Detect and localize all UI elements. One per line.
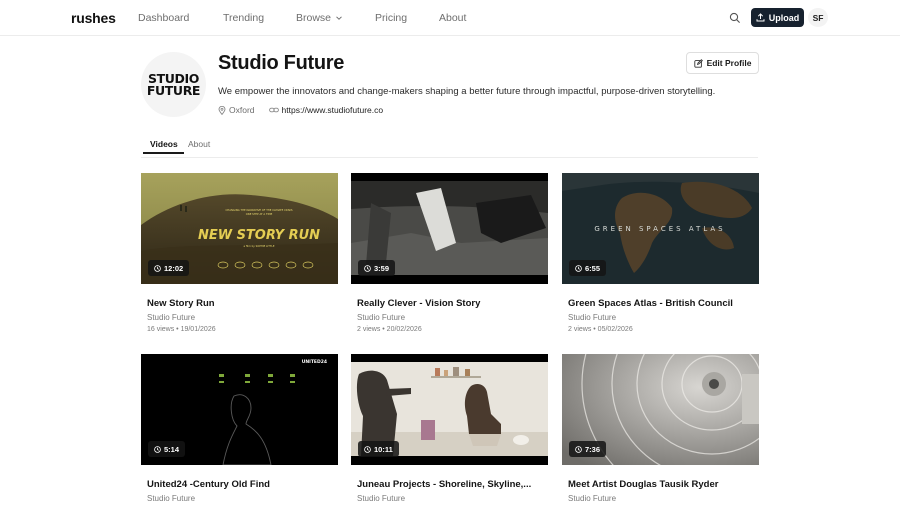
- top-navigation: rushes Dashboard Trending Browse Pricing…: [0, 0, 900, 36]
- video-title[interactable]: Meet Artist Douglas Tausik Ryder: [568, 479, 718, 490]
- video-thumbnail[interactable]: UNITED24 5:14: [141, 354, 338, 465]
- channel-location-text: Oxford: [229, 105, 255, 115]
- clock-icon: [364, 264, 371, 272]
- nav-link-browse[interactable]: Browse: [296, 12, 343, 24]
- video-stats: 2 views • 05/02/2026: [568, 326, 633, 333]
- video-thumbnail[interactable]: 10:11: [351, 354, 548, 465]
- video-channel[interactable]: Studio Future: [568, 494, 616, 503]
- thumbnail-tagline-2: ONE STEP AT A TIME: [246, 212, 273, 216]
- video-duration: 5:14: [164, 444, 180, 454]
- clock-icon: [154, 445, 161, 453]
- chevron-down-icon: [336, 16, 342, 20]
- tab-about[interactable]: About: [188, 139, 210, 149]
- video-duration-badge: 6:55: [569, 260, 607, 276]
- video-stats: 2 views • 20/02/2026: [357, 326, 422, 333]
- channel-location: Oxford: [218, 105, 255, 115]
- active-tab-indicator: [143, 152, 184, 154]
- video-channel[interactable]: Studio Future: [357, 494, 405, 503]
- channel-avatar-line-2: FUTURE: [146, 82, 201, 98]
- video-thumbnail[interactable]: 3:59: [351, 173, 548, 284]
- user-avatar[interactable]: SF: [808, 8, 828, 27]
- video-duration-badge: 10:11: [358, 441, 399, 457]
- video-thumbnail[interactable]: 7:36: [562, 354, 759, 465]
- video-stats: 16 views • 19/01/2026: [147, 326, 216, 333]
- video-channel[interactable]: Studio Future: [147, 313, 195, 322]
- channel-meta: Oxford https://www.studiofuture.co: [218, 105, 383, 115]
- video-duration: 3:59: [374, 263, 390, 273]
- video-title[interactable]: United24 -Century Old Find: [147, 479, 270, 490]
- video-duration-badge: 3:59: [358, 260, 396, 276]
- thumbnail-title-text: NEW STORY RUN: [198, 228, 320, 243]
- channel-website-link[interactable]: https://www.studiofuture.co: [268, 105, 384, 115]
- upload-button[interactable]: Upload: [751, 8, 804, 27]
- video-duration-badge: 12:02: [148, 260, 190, 276]
- video-duration-badge: 7:36: [569, 441, 607, 457]
- nav-link-about[interactable]: About: [439, 12, 466, 24]
- upload-button-label: Upload: [768, 12, 800, 23]
- channel-avatar: STUDIO FUTURE: [141, 52, 206, 117]
- profile-tabs: Videos About: [141, 134, 758, 158]
- channel-bio: We empower the innovators and change-mak…: [218, 86, 716, 97]
- edit-icon: [693, 58, 703, 68]
- channel-name: Studio Future: [218, 52, 345, 74]
- search-icon[interactable]: [729, 12, 741, 24]
- nav-link-browse-label: Browse: [296, 12, 332, 24]
- video-channel[interactable]: Studio Future: [568, 313, 616, 322]
- upload-icon: [756, 13, 765, 22]
- video-duration-badge: 5:14: [148, 441, 186, 457]
- thumbnail-credit: a film by SOPHIE LITTLE: [244, 244, 275, 248]
- video-duration: 7:36: [585, 444, 601, 454]
- clock-icon: [154, 264, 161, 272]
- video-channel[interactable]: Studio Future: [357, 313, 405, 322]
- clock-icon: [364, 445, 371, 453]
- video-duration: 10:11: [374, 444, 393, 454]
- clock-icon: [575, 264, 582, 272]
- video-duration: 6:55: [585, 263, 601, 273]
- video-title[interactable]: Green Spaces Atlas - British Council: [568, 298, 733, 309]
- nav-link-trending[interactable]: Trending: [223, 12, 264, 24]
- thumbnail-title-text: GREEN SPACES ATLAS: [594, 225, 725, 233]
- tab-videos[interactable]: Videos: [150, 139, 178, 149]
- clock-icon: [575, 445, 582, 453]
- video-thumbnail[interactable]: NEW STORY RUN CHANGING THE NARRATIVE OF …: [141, 173, 338, 284]
- nav-link-pricing[interactable]: Pricing: [375, 12, 407, 24]
- edit-profile-label: Edit Profile: [706, 58, 752, 68]
- thumbnail-tagline: CHANGING THE NARRATIVE OF THE CLIMATE CR…: [225, 208, 292, 212]
- edit-profile-button[interactable]: Edit Profile: [686, 52, 759, 74]
- channel-website-text: https://www.studiofuture.co: [281, 105, 384, 115]
- video-title[interactable]: Really Clever - Vision Story: [357, 298, 480, 309]
- link-icon: [268, 107, 279, 113]
- video-duration: 12:02: [164, 263, 184, 273]
- site-logo[interactable]: rushes: [71, 10, 116, 26]
- nav-link-dashboard[interactable]: Dashboard: [138, 12, 189, 24]
- thumbnail-title-text: UNITED24: [302, 359, 327, 365]
- video-title[interactable]: New Story Run: [147, 298, 215, 309]
- video-channel[interactable]: Studio Future: [147, 494, 195, 503]
- video-thumbnail[interactable]: GREEN SPACES ATLAS 6:55: [562, 173, 759, 284]
- location-pin-icon: [218, 105, 226, 115]
- video-title[interactable]: Juneau Projects - Shoreline, Skyline,...: [357, 479, 531, 490]
